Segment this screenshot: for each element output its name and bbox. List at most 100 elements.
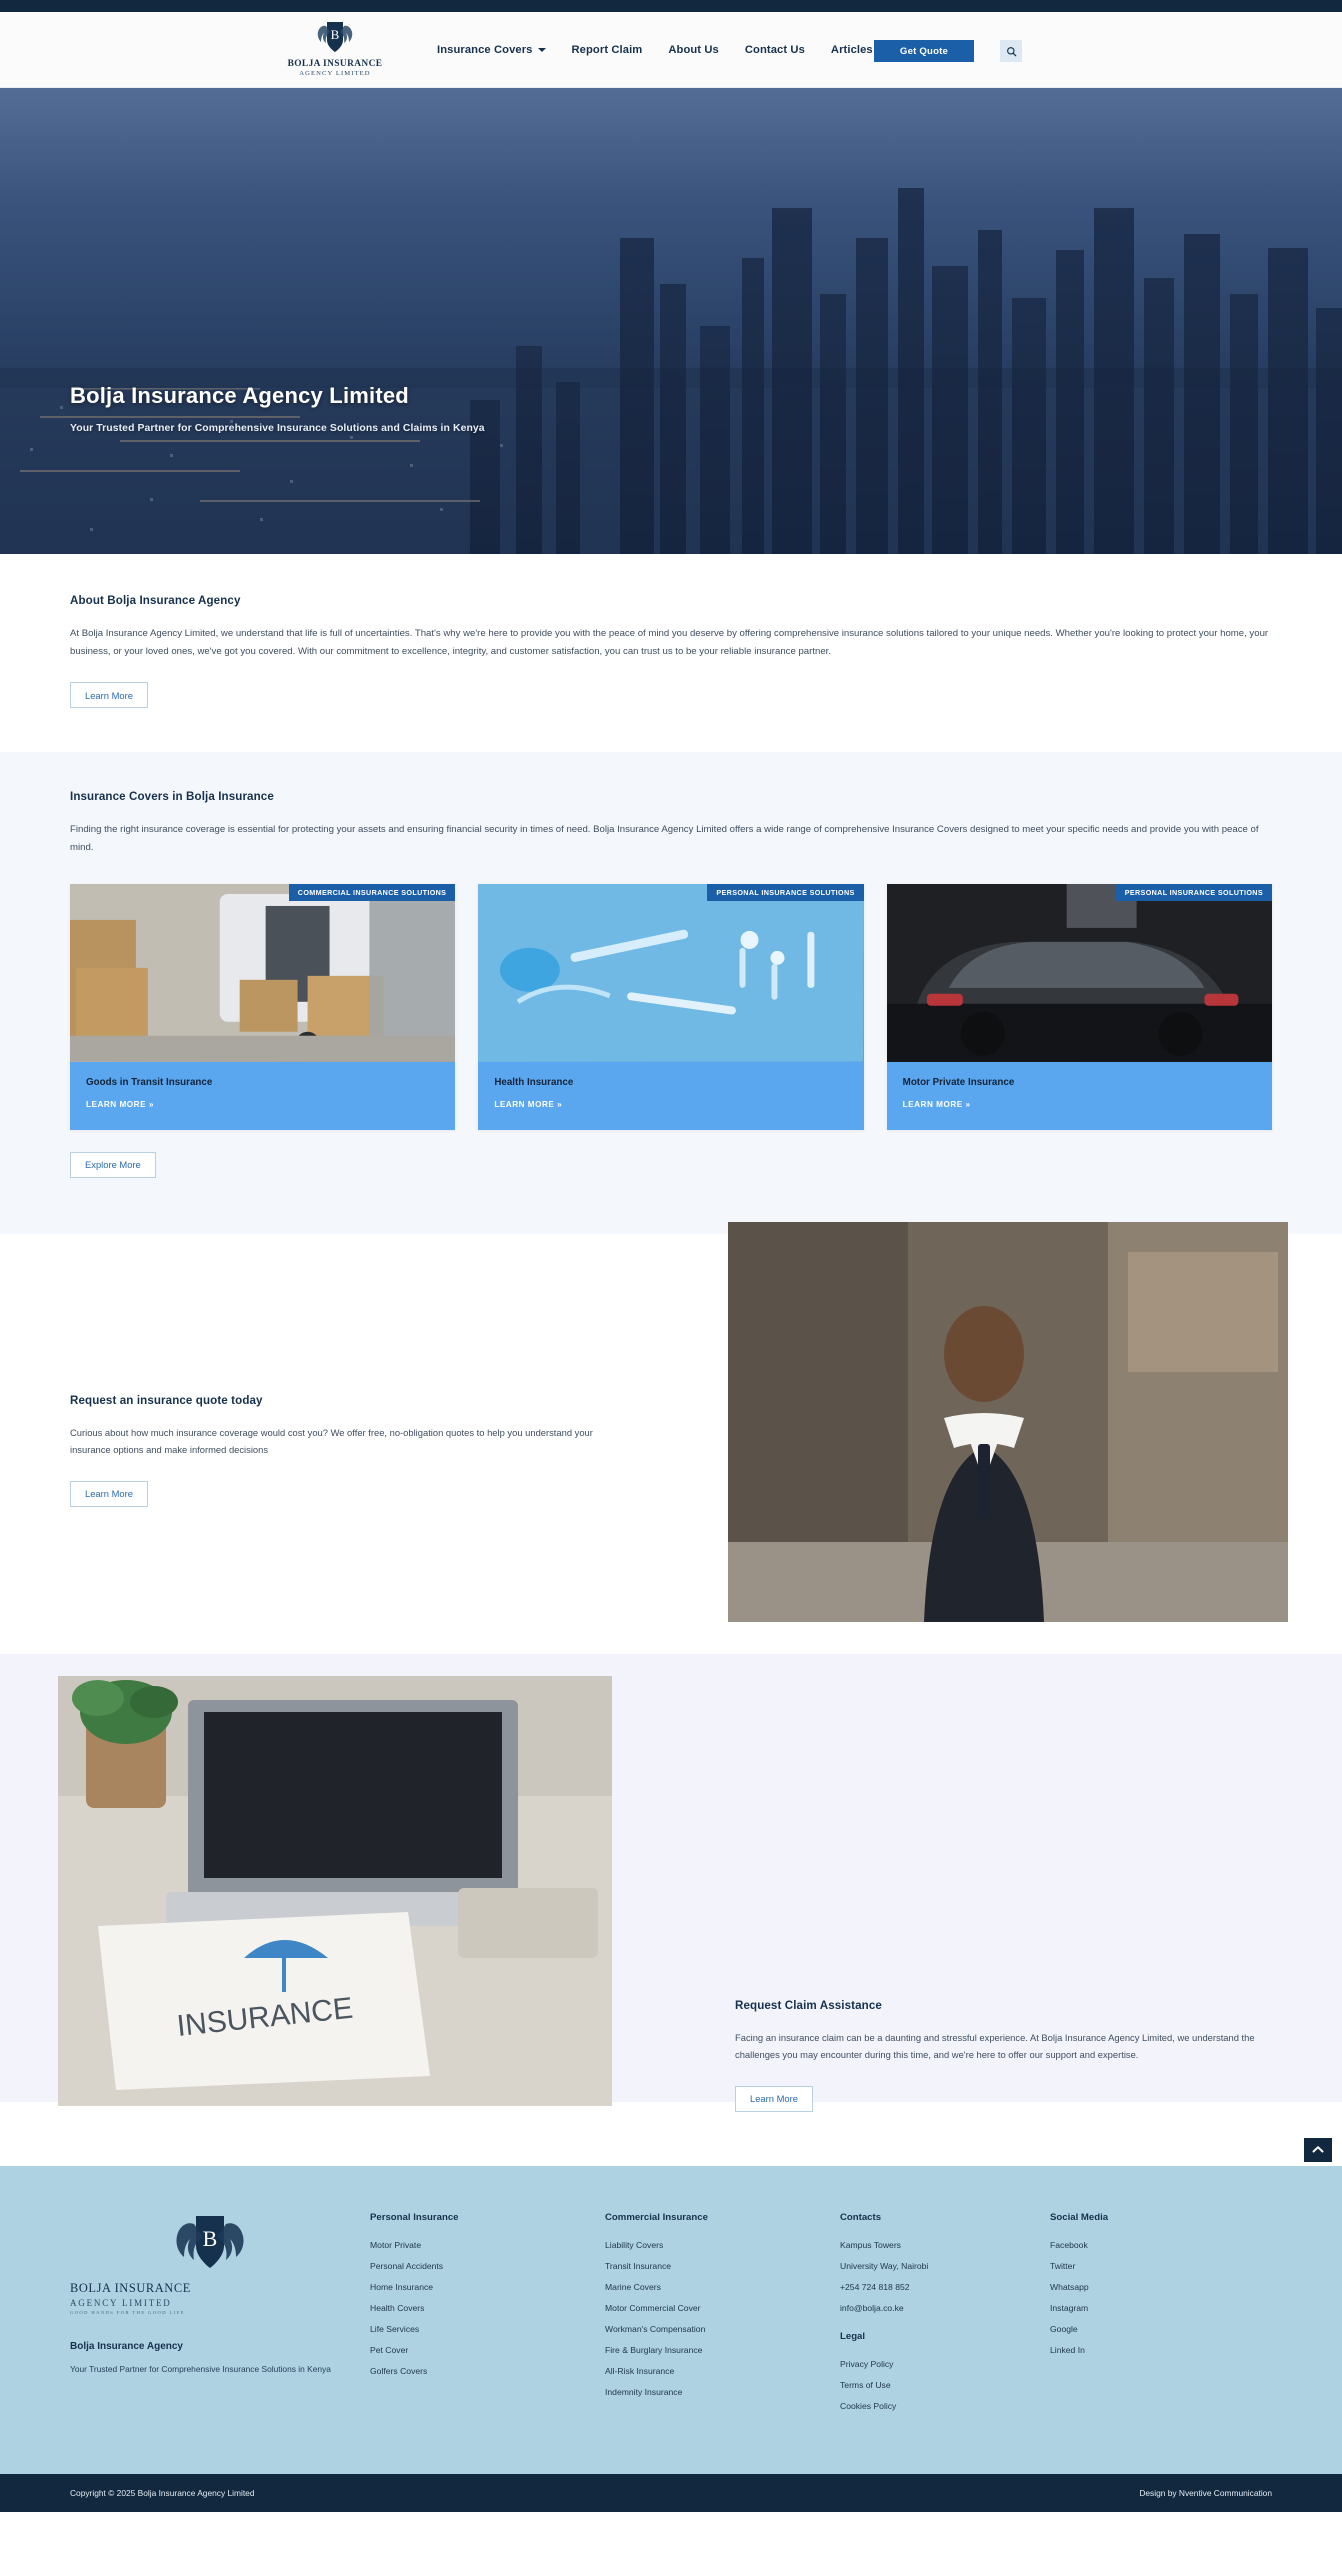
hero-subtitle: Your Trusted Partner for Comprehensive I… [70, 423, 485, 434]
cover-card[interactable]: PERSONAL INSURANCE SOLUTIONS Health Insu… [478, 883, 864, 1130]
cover-card-body: Motor Private Insurance LEARN MORE » [886, 1061, 1272, 1130]
site-header: B BOLJA INSURANCE AGENCY LIMITED Insuran… [0, 12, 1342, 88]
footer-contact-building[interactable]: Kampus Towers [840, 2240, 1050, 2250]
cover-card-title: Health Insurance [494, 1076, 574, 1088]
footer-heading-commercial: Commercial Insurance [605, 2211, 708, 2223]
footer-heading-contacts: Contacts [840, 2211, 882, 2223]
footer-link-terms-of-use[interactable]: Terms of Use [840, 2380, 1050, 2390]
design-credit-text: Design by Nventive Communication [1139, 2487, 1272, 2498]
footer-link-whatsapp[interactable]: Whatsapp [1050, 2282, 1260, 2292]
footer-contact-phone[interactable]: +254 724 818 852 [840, 2282, 1050, 2292]
footer-link-transit-insurance[interactable]: Transit Insurance [605, 2261, 840, 2271]
footer-link-indemnity-insurance[interactable]: Indemnity Insurance [605, 2387, 840, 2397]
footer-link-motor-private[interactable]: Motor Private [370, 2240, 605, 2250]
cover-card-badge: PERSONAL INSURANCE SOLUTIONS [1115, 883, 1272, 901]
footer-link-personal-accidents[interactable]: Personal Accidents [370, 2261, 605, 2271]
svg-text:B: B [203, 2226, 218, 2251]
claim-title: Request Claim Assistance [735, 1998, 882, 2012]
covers-paragraph: Finding the right insurance coverage is … [70, 824, 1259, 854]
footer-crest-icon: B [166, 2212, 254, 2279]
footer-logo-line2: AGENCY LIMITED [70, 2297, 172, 2308]
footer-link-privacy-policy[interactable]: Privacy Policy [840, 2359, 1050, 2369]
footer-brand-title: Bolja Insurance Agency [70, 2340, 183, 2352]
quote-section: Request an insurance quote today Curious… [0, 1221, 1342, 1654]
footer-bottom-bar: Copyright © 2025 Bolja Insurance Agency … [0, 2473, 1342, 2512]
about-paragraph: At Bolja Insurance Agency Limited, we un… [70, 628, 1269, 657]
search-button[interactable] [1000, 40, 1022, 62]
footer-link-pet-cover[interactable]: Pet Cover [370, 2345, 605, 2355]
cover-card-badge: PERSONAL INSURANCE SOLUTIONS [707, 883, 864, 901]
nav-item-insurance-covers[interactable]: Insurance Covers [437, 44, 546, 56]
footer-link-marine-covers[interactable]: Marine Covers [605, 2282, 840, 2292]
footer-link-instagram[interactable]: Instagram [1050, 2303, 1260, 2313]
nav-item-about-us[interactable]: About Us [668, 44, 719, 56]
footer-link-facebook[interactable]: Facebook [1050, 2240, 1260, 2250]
footer-link-all-risk-insurance[interactable]: All-Risk Insurance [605, 2366, 840, 2376]
claim-learn-more-button[interactable]: Learn More [735, 2085, 813, 2112]
back-to-top-button[interactable] [1304, 2137, 1332, 2162]
quote-title: Request an insurance quote today [70, 1393, 263, 1407]
goods-in-transit-photo [70, 883, 456, 1062]
nav-item-report-claim[interactable]: Report Claim [572, 44, 643, 56]
businessman-photo [728, 1221, 1288, 1622]
footer-link-twitter[interactable]: Twitter [1050, 2261, 1260, 2271]
page-root: B BOLJA INSURANCE AGENCY LIMITED Insuran… [0, 0, 1342, 2512]
logo-text-line1: BOLJA INSURANCE [287, 59, 383, 69]
about-section: About Bolja Insurance Agency At Bolja In… [0, 554, 1342, 753]
explore-more-button[interactable]: Explore More [70, 1151, 156, 1178]
hero-title: Bolja Insurance Agency Limited [70, 383, 409, 408]
cover-card[interactable]: PERSONAL INSURANCE SOLUTIONS Motor Priva… [886, 883, 1272, 1130]
footer-link-cookies-policy[interactable]: Cookies Policy [840, 2401, 1050, 2411]
top-accent-strip [0, 0, 1342, 12]
footer-column-contacts: Contacts Kampus Towers University Way, N… [840, 2212, 1050, 2422]
main-navigation: Insurance Covers Report Claim About Us C… [437, 12, 873, 88]
footer-link-health-covers[interactable]: Health Covers [370, 2303, 605, 2313]
quote-learn-more-button[interactable]: Learn More [70, 1480, 148, 1507]
copyright-text: Copyright © 2025 Bolja Insurance Agency … [70, 2487, 255, 2498]
header-logo[interactable]: B BOLJA INSURANCE AGENCY LIMITED [280, 18, 390, 77]
footer-logo-tagline: GOOD HANDS FOR THE GOOD LIFE [70, 2309, 185, 2315]
cover-card-title: Motor Private Insurance [902, 1076, 1015, 1088]
footer-columns: B BOLJA INSURANCE AGENCY LIMITED GOOD HA… [0, 2212, 1342, 2422]
footer-column-personal: Personal Insurance Motor Private Persona… [370, 2212, 605, 2422]
cover-card-learn-more-link[interactable]: LEARN MORE » [86, 1100, 154, 1109]
cover-card-title: Goods in Transit Insurance [86, 1076, 213, 1088]
footer-contact-email[interactable]: info@bolja.co.ke [840, 2303, 1050, 2313]
footer-contact-address[interactable]: University Way, Nairobi [840, 2261, 1050, 2271]
cover-card-learn-more-link[interactable]: LEARN MORE » [494, 1100, 562, 1109]
nav-item-contact-us[interactable]: Contact Us [745, 44, 805, 56]
site-footer: B BOLJA INSURANCE AGENCY LIMITED GOOD HA… [0, 2137, 1342, 2474]
claim-text-block: Request Claim Assistance Facing an insur… [735, 1999, 1265, 2112]
footer-link-google[interactable]: Google [1050, 2324, 1260, 2334]
footer-link-life-services[interactable]: Life Services [370, 2324, 605, 2334]
about-title: About Bolja Insurance Agency [70, 594, 241, 607]
footer-link-golfers-covers[interactable]: Golfers Covers [370, 2366, 605, 2376]
quote-paragraph: Curious about how much insurance coverag… [70, 1426, 593, 1456]
footer-link-linkedin[interactable]: Linked In [1050, 2345, 1260, 2355]
footer-logo-line1: BOLJA INSURANCE [70, 2280, 191, 2295]
covers-card-list: COMMERCIAL INSURANCE SOLUTIONS Goods in … [70, 883, 1272, 1130]
cover-card-body: Health Insurance LEARN MORE » [478, 1061, 864, 1130]
footer-link-home-insurance[interactable]: Home Insurance [370, 2282, 605, 2292]
cover-card-body: Goods in Transit Insurance LEARN MORE » [70, 1061, 456, 1130]
footer-link-fire-burglary-insurance[interactable]: Fire & Burglary Insurance [605, 2345, 840, 2355]
quote-text-block: Request an insurance quote today Curious… [70, 1394, 610, 1507]
footer-column-social: Social Media Facebook Twitter Whatsapp I… [1050, 2212, 1260, 2422]
footer-brand-subtitle: Your Trusted Partner for Comprehensive I… [70, 2363, 331, 2374]
footer-link-workmans-compensation[interactable]: Workman's Compensation [605, 2324, 840, 2334]
cover-card-learn-more-link[interactable]: LEARN MORE » [903, 1100, 971, 1109]
footer-heading-legal: Legal [840, 2330, 866, 2342]
footer-link-motor-commercial-cover[interactable]: Motor Commercial Cover [605, 2303, 840, 2313]
footer-link-liability-covers[interactable]: Liability Covers [605, 2240, 840, 2250]
health-insurance-photo [478, 883, 864, 1062]
nav-item-articles[interactable]: Articles [831, 44, 873, 56]
nav-label-insurance-covers: Insurance Covers [437, 44, 533, 56]
cover-card[interactable]: COMMERCIAL INSURANCE SOLUTIONS Goods in … [70, 883, 456, 1130]
cover-card-image [70, 883, 456, 1062]
get-quote-button[interactable]: Get Quote [874, 40, 974, 62]
insurance-document-photo: INSURANCE [58, 1675, 612, 2106]
hero-content: Bolja Insurance Agency Limited Your Trus… [70, 383, 485, 434]
about-learn-more-button[interactable]: Learn More [70, 682, 148, 709]
quote-image [728, 1221, 1288, 1622]
hero-city-image [0, 88, 1342, 554]
